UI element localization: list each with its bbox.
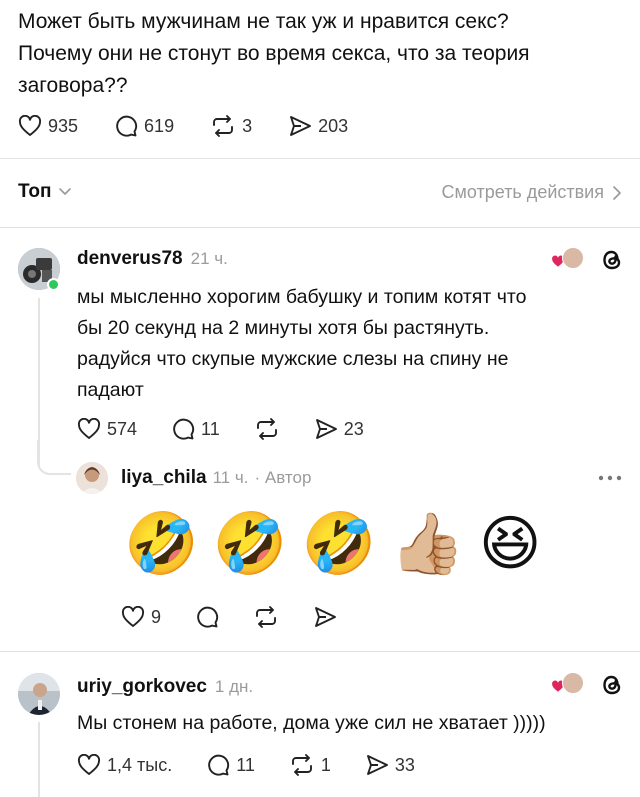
reply-badges bbox=[551, 247, 625, 273]
share-button[interactable] bbox=[313, 606, 337, 628]
view-activity-label: Смотреть действия bbox=[441, 182, 604, 202]
divider bbox=[0, 227, 640, 228]
username[interactable]: denverus78 bbox=[77, 248, 183, 270]
reply-header: denverus78 21 ч. bbox=[77, 248, 228, 270]
comment-icon bbox=[116, 115, 138, 137]
view-activity-link[interactable]: Смотреть действия bbox=[442, 182, 622, 203]
share-button[interactable]: 203 bbox=[288, 115, 348, 137]
nested-reply-header: liya_chila 11 ч. · Автор bbox=[121, 467, 311, 489]
post-text-line: Почему они не стонут во время секса, что… bbox=[18, 42, 530, 65]
comment-button[interactable]: 11 bbox=[206, 753, 255, 777]
timestamp: 21 ч. bbox=[190, 249, 228, 268]
repost-icon bbox=[256, 418, 277, 440]
post-text: Может быть мужчинам не так уж и нравится… bbox=[18, 6, 618, 102]
timestamp: 1 дн. bbox=[214, 677, 254, 696]
liked-avatar bbox=[562, 672, 584, 694]
more-icon[interactable] bbox=[597, 474, 623, 482]
reply-badges bbox=[551, 672, 625, 698]
comment-icon bbox=[173, 418, 195, 440]
thread-line bbox=[38, 722, 40, 797]
username[interactable]: uriy_gorkovec bbox=[77, 676, 207, 698]
like-count: 1,4 тыс. bbox=[107, 754, 173, 775]
share-button[interactable]: 23 bbox=[314, 418, 364, 440]
laughing-emoji: 😆 bbox=[478, 509, 542, 579]
heart-icon bbox=[77, 754, 101, 775]
emoji-row: 🤣 🤣 🤣 👍🏼 😆 bbox=[124, 511, 541, 577]
heart-icon bbox=[121, 606, 145, 627]
like-button[interactable]: 9 bbox=[121, 606, 161, 628]
comment-icon bbox=[208, 754, 230, 776]
timestamp: 11 ч. bbox=[212, 468, 249, 487]
comment-button[interactable]: 11 bbox=[171, 417, 220, 441]
sort-label: Топ bbox=[18, 181, 52, 202]
heart-icon bbox=[77, 418, 101, 439]
repost-button[interactable]: 3 bbox=[210, 114, 252, 138]
reply-text-line: бы 20 секунд на 2 минуты хотя бы растяну… bbox=[77, 317, 490, 339]
comment-count: 619 bbox=[144, 115, 175, 136]
repost-count: 3 bbox=[242, 115, 253, 136]
comment-icon bbox=[197, 606, 219, 628]
author-badge: · Автор bbox=[254, 468, 312, 487]
comment-count: 11 bbox=[236, 754, 255, 775]
repost-button[interactable]: 1 bbox=[289, 753, 331, 777]
post-text-line: заговора?? bbox=[18, 74, 128, 97]
divider bbox=[0, 651, 640, 652]
like-button[interactable]: 574 bbox=[77, 418, 137, 440]
share-count: 23 bbox=[343, 418, 364, 439]
repost-icon bbox=[256, 606, 276, 628]
chevron-right-icon bbox=[613, 185, 621, 200]
threads-logo-icon[interactable] bbox=[599, 672, 625, 698]
share-icon bbox=[315, 419, 337, 439]
rofl-emoji: 🤣 bbox=[301, 509, 377, 579]
share-count: 33 bbox=[394, 754, 415, 775]
avatar[interactable] bbox=[18, 673, 60, 715]
sort-dropdown[interactable]: Топ bbox=[18, 181, 72, 203]
divider bbox=[0, 158, 640, 159]
reply-actions: 574 11 23 bbox=[77, 417, 364, 441]
repost-icon bbox=[291, 754, 312, 776]
post-actions: 935 619 3 203 bbox=[18, 114, 348, 138]
repost-button[interactable] bbox=[254, 417, 280, 441]
reply-text: мы мысленно хорогим бабушку и топим котя… bbox=[77, 282, 617, 406]
username[interactable]: liya_chila bbox=[121, 467, 207, 489]
avatar-image bbox=[76, 462, 108, 494]
share-icon bbox=[290, 116, 312, 136]
threads-logo-icon[interactable] bbox=[599, 247, 625, 273]
like-count: 935 bbox=[48, 115, 79, 136]
liked-avatar bbox=[562, 247, 584, 269]
comment-button[interactable] bbox=[195, 605, 219, 629]
repost-icon bbox=[213, 115, 234, 137]
reply-actions: 1,4 тыс. 11 1 33 bbox=[77, 753, 415, 777]
share-button[interactable]: 33 bbox=[365, 754, 415, 776]
reply-text-line: радуйся что скупые мужские слезы на спин… bbox=[77, 348, 509, 370]
author-liked-badge bbox=[551, 672, 585, 698]
repost-button[interactable] bbox=[253, 605, 279, 629]
share-count: 203 bbox=[318, 115, 349, 136]
chevron-down-icon bbox=[58, 188, 71, 195]
like-button[interactable]: 935 bbox=[18, 115, 78, 137]
reply-header: uriy_gorkovec 1 дн. bbox=[77, 676, 253, 698]
heart-icon bbox=[18, 115, 42, 136]
nested-reply-actions: 9 bbox=[121, 605, 337, 629]
thread-connector bbox=[37, 440, 71, 475]
thumbs-up-emoji: 👍🏼 bbox=[390, 509, 465, 579]
share-icon bbox=[315, 607, 336, 627]
author-liked-badge bbox=[551, 247, 585, 273]
rofl-emoji: 🤣 bbox=[124, 509, 199, 579]
share-icon bbox=[366, 755, 388, 775]
comment-button[interactable]: 619 bbox=[114, 114, 174, 138]
reply-text-line: падают bbox=[77, 379, 144, 401]
like-count: 9 bbox=[151, 606, 162, 627]
online-indicator bbox=[47, 278, 60, 291]
post-text-line: Может быть мужчинам не так уж и нравится… bbox=[18, 10, 509, 33]
reply-text: Мы стонем на работе, дома уже сил не хва… bbox=[77, 712, 546, 734]
repost-count: 1 bbox=[320, 754, 331, 775]
avatar-image bbox=[18, 673, 60, 715]
comment-count: 11 bbox=[201, 418, 220, 439]
avatar[interactable] bbox=[76, 462, 108, 494]
reply-text-line: мы мысленно хорогим бабушку и топим котя… bbox=[77, 286, 527, 308]
like-button[interactable]: 1,4 тыс. bbox=[77, 754, 172, 776]
rofl-emoji: 🤣 bbox=[212, 509, 288, 579]
like-count: 574 bbox=[107, 418, 138, 439]
